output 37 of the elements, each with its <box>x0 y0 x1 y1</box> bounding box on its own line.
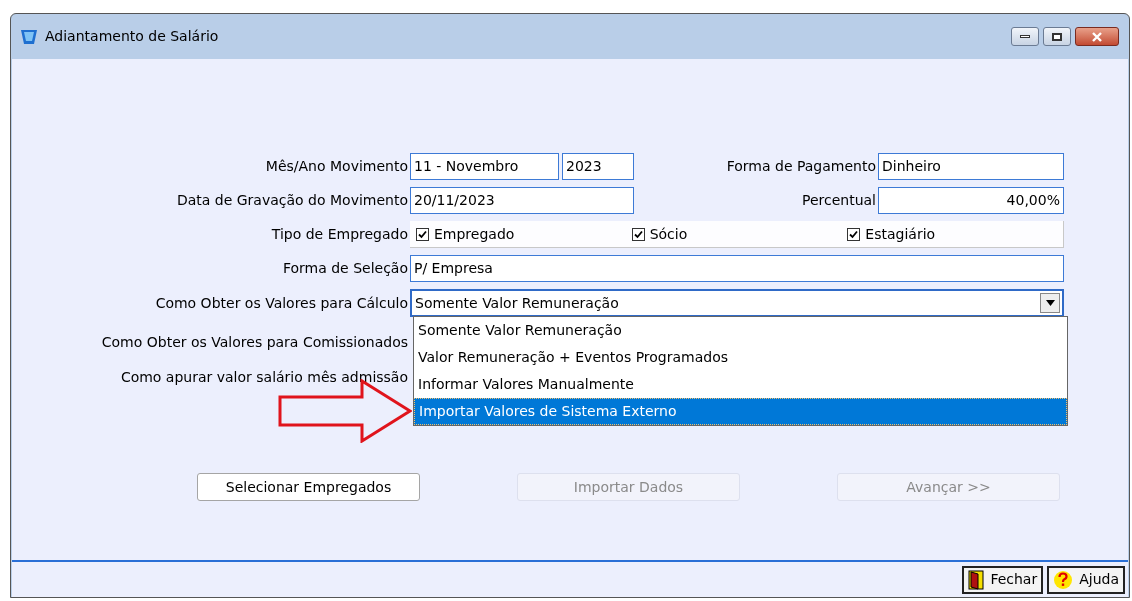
field-label: Forma de Pagamento <box>726 158 876 174</box>
field-label: Mês/Ano Movimento <box>265 158 408 174</box>
window-title: Adiantamento de Salário <box>45 27 219 46</box>
checkbox[interactable] <box>631 227 645 241</box>
checkbox[interactable] <box>416 227 429 241</box>
maximize-button[interactable] <box>1043 27 1071 46</box>
field-label: Tipo de Empregado <box>271 226 408 242</box>
field-label: Forma de Seleção <box>282 260 408 276</box>
action-button[interactable]: Selecionar Empregados <box>197 473 420 501</box>
close-window-button[interactable]: Fechar <box>962 565 1044 594</box>
checkbox[interactable] <box>847 227 861 241</box>
dropdown-field[interactable]: Somente Valor Remuneração <box>410 289 1064 317</box>
date-field[interactable]: 20/11/2023 <box>410 187 634 214</box>
field-label: Como apurar valor salário mês admissão <box>120 368 408 385</box>
checkbox-label[interactable]: Sócio <box>649 223 688 245</box>
dropdown-option[interactable]: Somente Valor Remuneração <box>414 317 1067 344</box>
year-field[interactable]: 2023 <box>562 153 634 180</box>
close-button[interactable] <box>1075 27 1119 46</box>
payment-field[interactable]: Dinheiro <box>878 153 1064 180</box>
field-label: Como Obter os Valores para Comissionados <box>101 333 408 350</box>
question-icon <box>1053 569 1074 590</box>
field-label: Como Obter os Valores para Cálculo <box>155 294 408 311</box>
dropdown-option[interactable]: Valor Remuneração + Eventos Programados <box>414 344 1067 371</box>
selection-field[interactable]: P/ Empresa <box>410 255 1064 282</box>
minimize-button[interactable] <box>1011 27 1039 46</box>
checkbox-label[interactable]: Empregado <box>434 223 515 245</box>
door-icon <box>968 569 985 590</box>
month-field[interactable]: 11 - Novembro <box>410 153 559 180</box>
help-button[interactable]: Ajuda <box>1047 565 1125 594</box>
field-label: Data de Gravação do Movimento <box>176 192 408 208</box>
dropdown-option[interactable]: Informar Valores Manualmente <box>414 371 1067 398</box>
app-icon <box>21 29 37 44</box>
close-icon <box>1091 31 1103 42</box>
dropdown-option[interactable]: Importar Valores de Sistema Externo <box>414 398 1067 425</box>
field-label: Percentual <box>801 192 876 208</box>
percent-field[interactable]: 40,00% <box>878 187 1064 214</box>
checkbox-label[interactable]: Estagiário <box>865 223 936 245</box>
